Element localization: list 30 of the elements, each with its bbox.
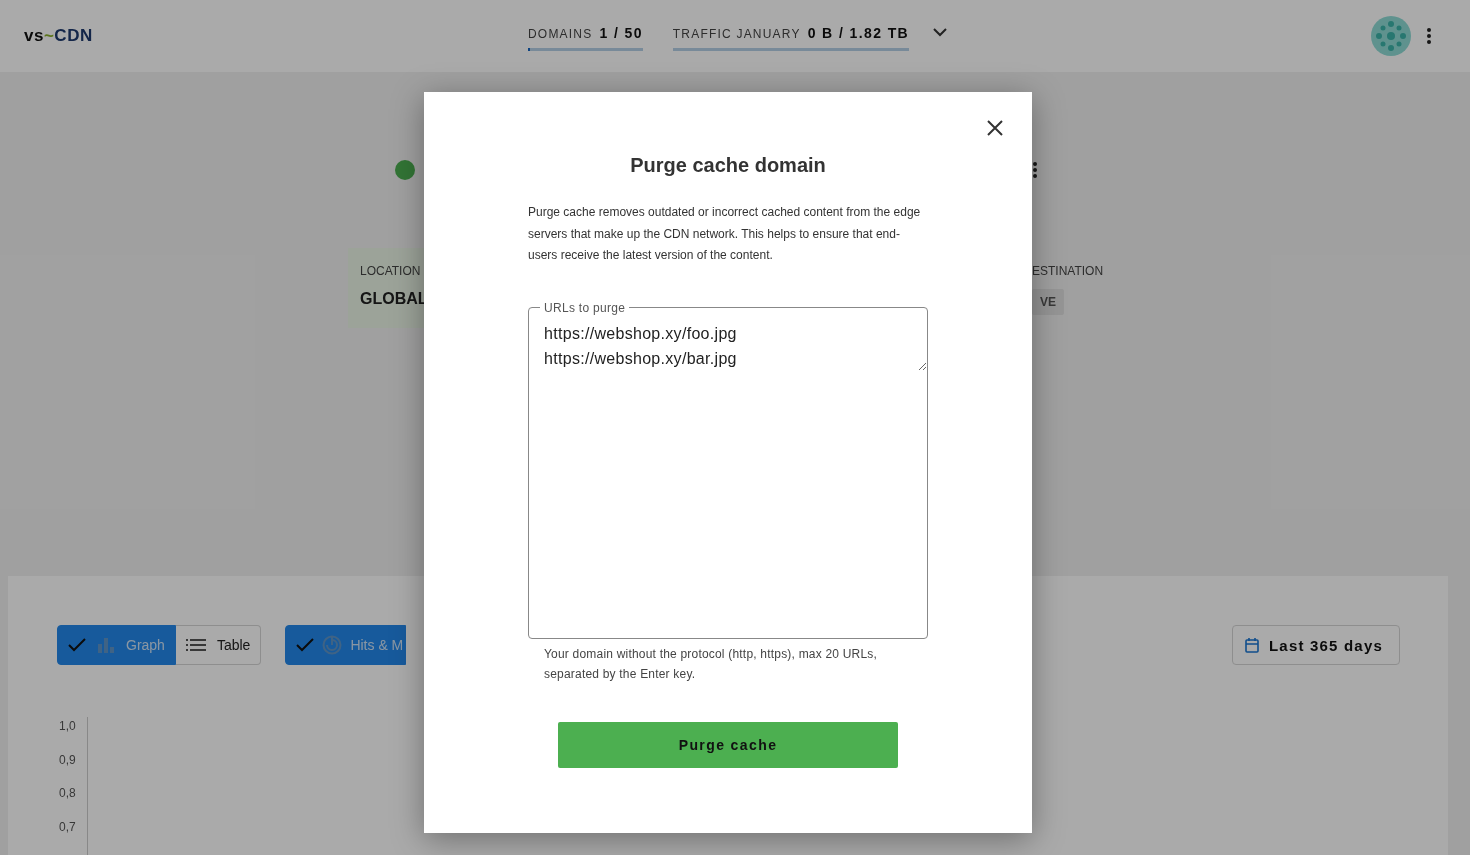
view-tab[interactable]: Table	[175, 625, 262, 665]
chevron-down-icon[interactable]	[933, 28, 948, 37]
axis-tick-label: 1,0	[59, 719, 77, 734]
dialog-title: Purge cache domain	[629, 154, 827, 177]
location-value: GLOBAL	[360, 290, 428, 308]
logo[interactable]: vs~CDN	[24, 26, 528, 46]
check-icon	[296, 638, 315, 652]
bar-chart-icon	[97, 637, 115, 653]
calendar-icon	[1245, 637, 1259, 653]
axis-tick-label: 0,8	[59, 786, 77, 801]
destination-label: ESTINATION	[1032, 264, 1104, 278]
more-icon[interactable]	[1033, 162, 1037, 178]
list-icon	[185, 639, 206, 651]
more-icon[interactable]	[1427, 28, 1431, 44]
purge-cache-button[interactable]: Purge cache	[558, 721, 898, 768]
meter-value: 1 / 50	[599, 25, 643, 41]
date-range-button[interactable]: Last 365 days	[1232, 625, 1400, 665]
destination-chip: VE	[1032, 289, 1064, 315]
helper-text: Your domain without the protocol (http, https), max 20 URLs, separated by the Enter key.	[544, 645, 879, 683]
meter-label: TRAFFIC JANUARY	[672, 27, 801, 41]
meter-label: DOMAINS	[528, 27, 593, 41]
axis-tick-label: 0,7	[59, 819, 77, 834]
axis-tick-label: 0,9	[59, 752, 77, 767]
meter-value: 0 B / 1.82 TB	[807, 25, 910, 41]
dialog-description: Purge cache removes outdated or incorrect cached content from the edge servers that make up the CDN network. This helps to ensure that end-users receive the latest version of the content.	[528, 204, 922, 264]
close-icon[interactable]	[987, 120, 1003, 136]
check-icon	[68, 638, 86, 652]
target-icon	[322, 635, 343, 655]
location-label: LOCATION	[360, 264, 421, 278]
field-label: URLs to purge	[543, 300, 627, 315]
